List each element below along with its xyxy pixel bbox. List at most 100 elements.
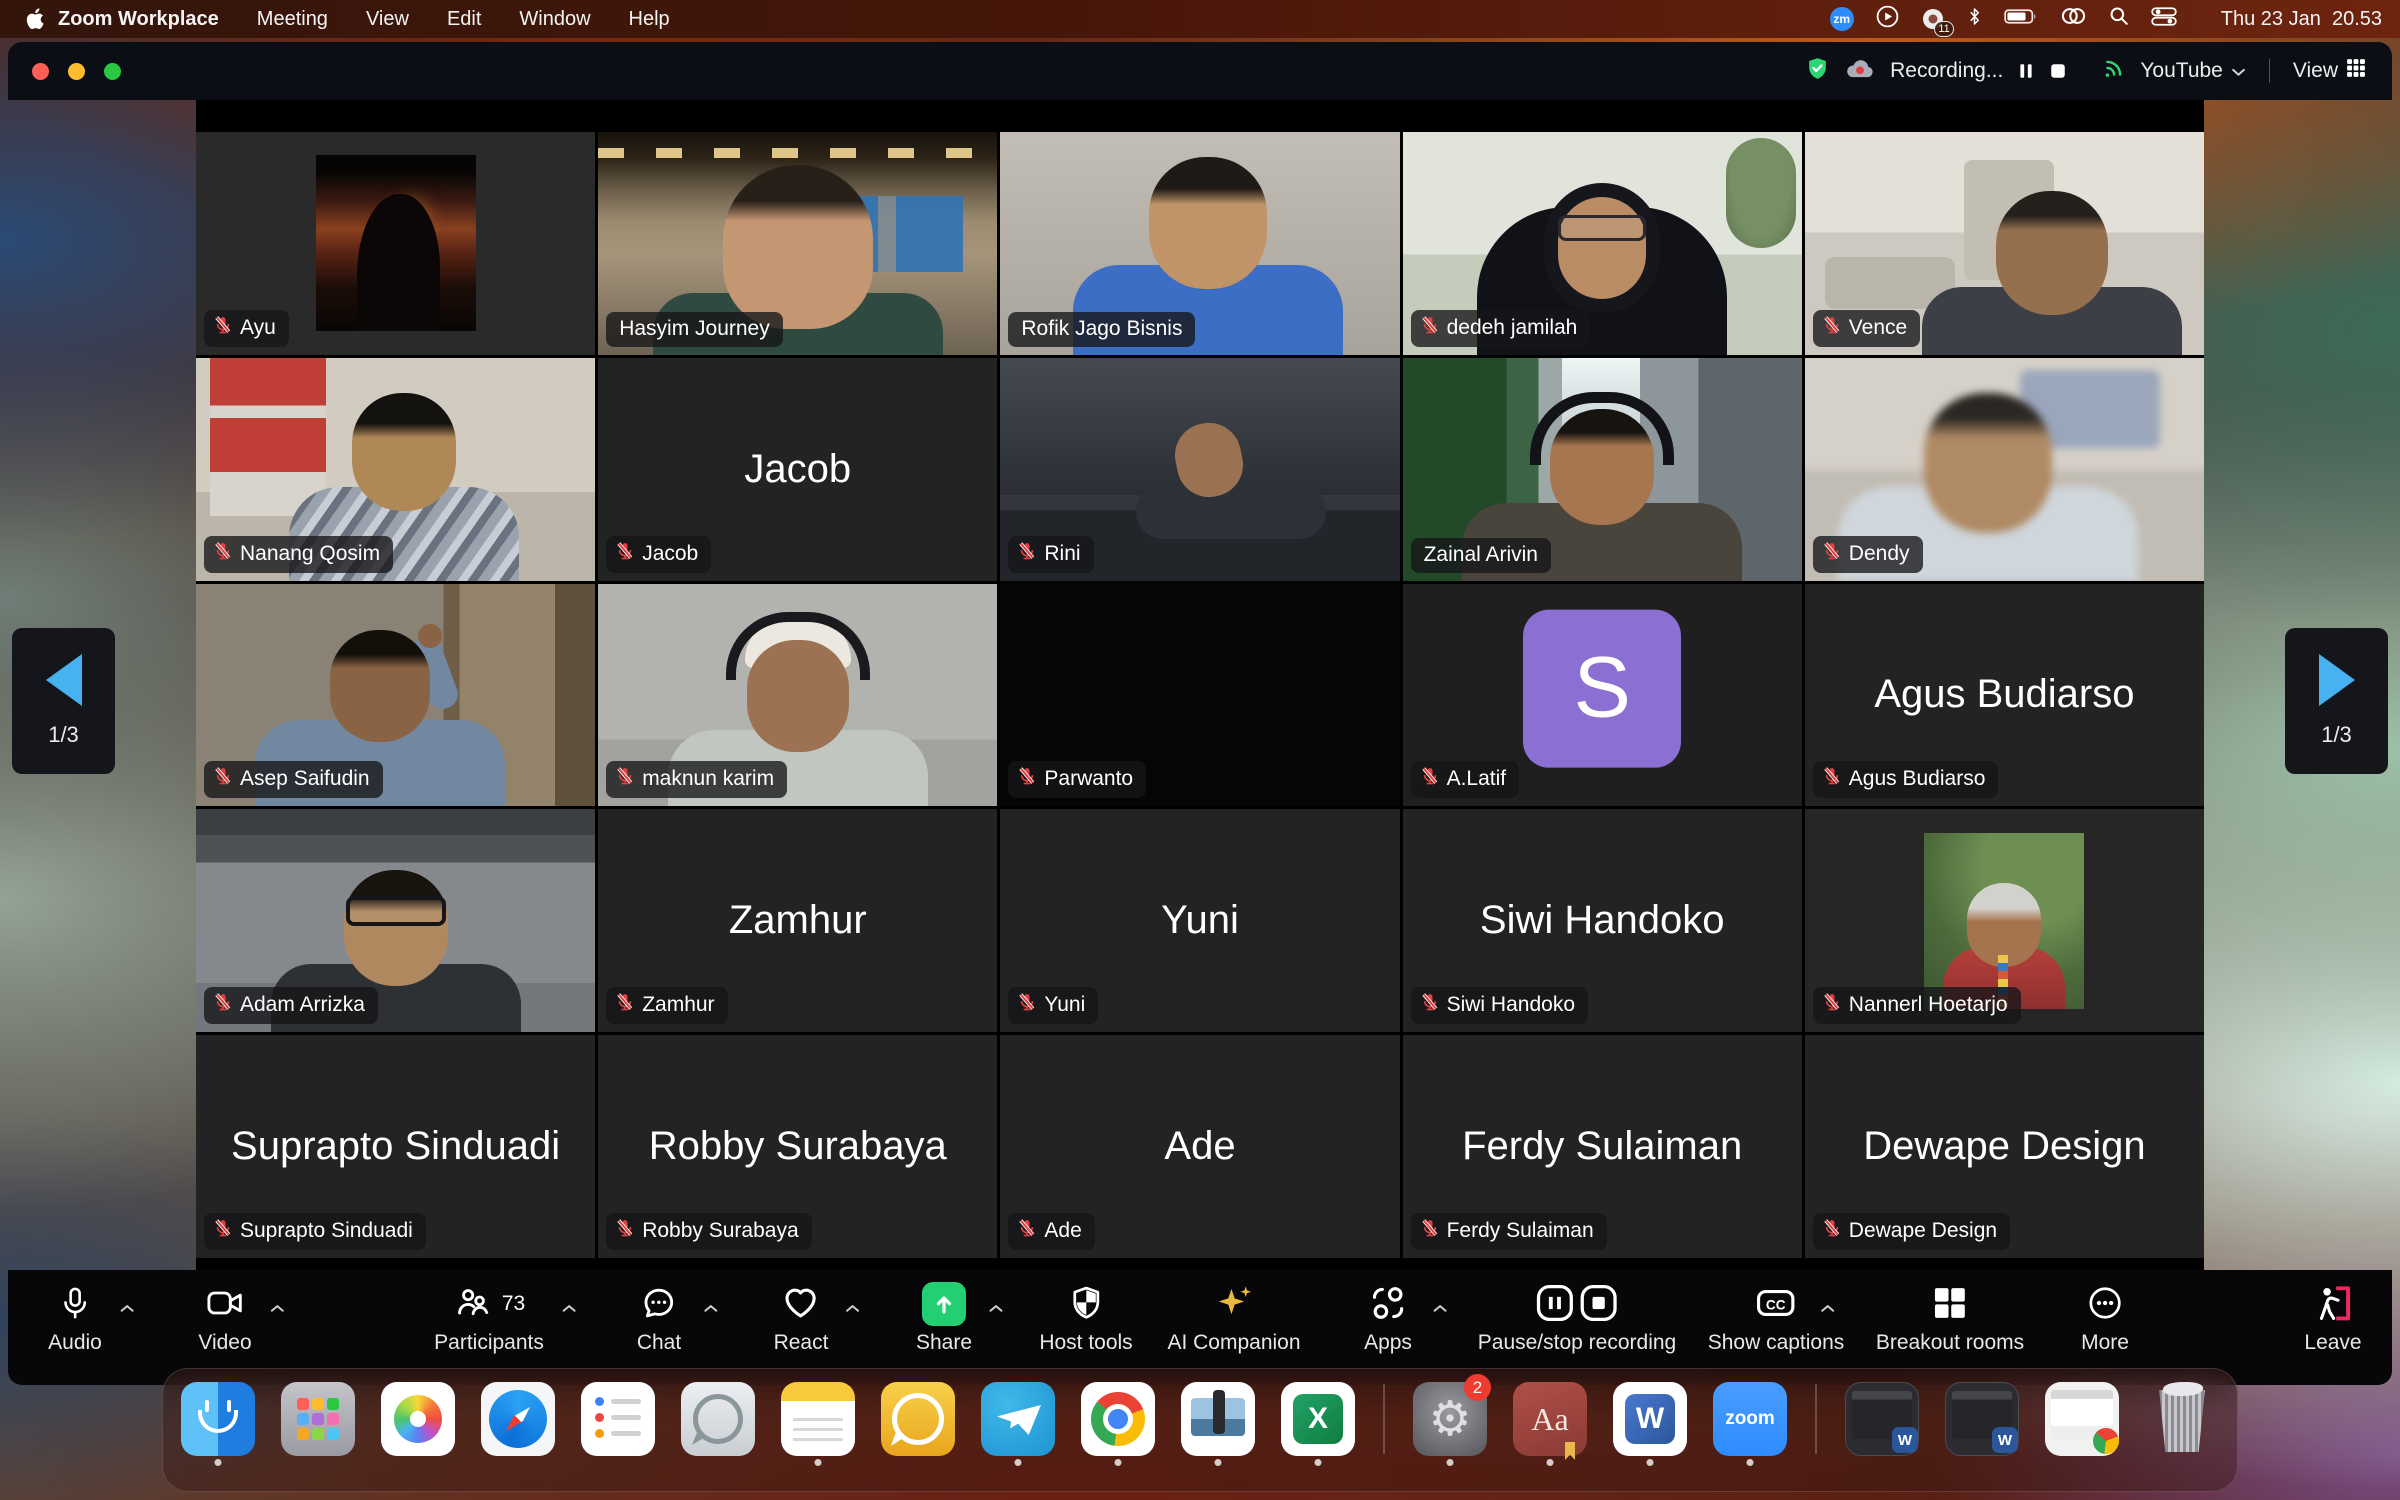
toolbar-apps-button[interactable]: Apps [1364,1280,1412,1355]
chevron-up-icon[interactable] [561,1302,577,1317]
toolbar-host-tools-button[interactable]: Host tools [1039,1280,1132,1355]
participant-tile-adam[interactable]: Adam Arrizka [196,809,595,1032]
toolbar-more-button[interactable]: More [2081,1280,2129,1355]
next-page-button[interactable]: 1/3 [2285,628,2388,774]
participant-tile-hasyim[interactable]: Hasyim Journey [598,132,997,355]
security-shield-icon[interactable] [1805,56,1830,87]
toolbar-record-button[interactable]: Pause/stop recording [1478,1280,1676,1355]
dock-zoom-icon[interactable]: zoom [1713,1382,1787,1456]
pause-recording-button[interactable] [2018,62,2034,80]
screen-mirroring-icon[interactable] [2060,6,2087,32]
dock-safari-icon[interactable] [481,1382,555,1456]
battery-icon[interactable] [2004,8,2038,31]
participant-tile-ferdy[interactable]: Ferdy SulaimanFerdy Sulaiman [1403,1035,1802,1258]
participant-tile-zainal[interactable]: Zainal Arivin [1403,358,1802,581]
dock-reminders-icon[interactable] [581,1382,655,1456]
toolbar-react-button[interactable]: React [774,1280,829,1355]
menu-item-meeting[interactable]: Meeting [257,8,328,31]
participant-tile-rini[interactable]: Rini [1000,358,1399,581]
dock-whatsapp-gold-icon[interactable] [881,1382,955,1456]
dock-minimized-window-chrome-icon[interactable] [2045,1382,2119,1456]
participant-tile-vence[interactable]: Vence [1805,132,2204,355]
participant-tile-zamhur[interactable]: ZamhurZamhur [598,809,997,1032]
dock-whatsapp-silver-icon[interactable] [681,1382,755,1456]
participant-tile-rofik[interactable]: Rofik Jago Bisnis [1000,132,1399,355]
recording-status-label: Recording... [1890,59,2003,83]
menu-item-zoom-workplace[interactable]: Zoom Workplace [58,8,219,31]
participant-tile-agus[interactable]: Agus BudiarsoAgus Budiarso [1805,584,2204,807]
participant-tile-dedeh[interactable]: dedeh jamilah [1403,132,1802,355]
zoom-app-icon[interactable]: zm [1830,7,1854,31]
search-icon[interactable] [2109,6,2129,32]
participant-tile-suprapto[interactable]: Suprapto SinduadiSuprapto Sinduadi [196,1035,595,1258]
chevron-up-icon[interactable] [845,1302,861,1317]
dock-chrome-icon[interactable] [1081,1382,1155,1456]
participant-tile-ade[interactable]: AdeAde [1000,1035,1399,1258]
participant-tile-maknun[interactable]: maknun karim [598,584,997,807]
desktop: Zoom WorkplaceMeetingViewEditWindowHelp … [0,0,2400,1500]
fullscreen-window-button[interactable] [104,63,121,80]
apple-menu-icon[interactable] [26,8,44,30]
participant-tile-asep[interactable]: Asep Saifudin [196,584,595,807]
dock-word-icon[interactable]: W [1613,1382,1687,1456]
participant-tile-robby[interactable]: Robby SurabayaRobby Surabaya [598,1035,997,1258]
dock-finder-icon[interactable] [181,1382,255,1456]
dock-dictionary-icon[interactable]: Aa [1513,1382,1587,1456]
toolbar-audio-button[interactable]: Audio [48,1280,102,1355]
chevron-up-icon[interactable] [269,1302,285,1317]
chevron-up-icon[interactable] [1432,1302,1448,1317]
control-center-icon[interactable] [2151,7,2177,32]
chevron-up-icon[interactable] [1820,1302,1836,1317]
chevron-up-icon[interactable] [988,1302,1004,1317]
toolbar-video-button[interactable]: Video [198,1280,251,1355]
participant-tile-nannerl[interactable]: Nannerl Hoetarjo [1805,809,2204,1032]
toolbar-share-button[interactable]: Share [916,1280,972,1355]
view-button[interactable]: View [2293,58,2366,84]
dock-minimized-window-word-2-icon[interactable]: W [1945,1382,2019,1456]
dock-launchpad-icon[interactable] [281,1382,355,1456]
minimize-window-button[interactable] [68,63,85,80]
dock-telegram-icon[interactable] [981,1382,1055,1456]
toolbar-chat-button[interactable]: Chat [637,1280,681,1355]
chrome-icon[interactable]: 11 [1921,7,1945,31]
menu-item-edit[interactable]: Edit [447,8,481,31]
toolbar-captions-button[interactable]: CCShow captions [1708,1280,1845,1355]
menu-bar-clock[interactable]: Thu 23 Jan 20.53 [2221,8,2382,31]
participant-tile-dewape[interactable]: Dewape DesignDewape Design [1805,1035,2204,1258]
participant-tile-yuni[interactable]: YuniYuni [1000,809,1399,1032]
bluetooth-icon[interactable] [1967,5,1982,34]
dock-excel-icon[interactable]: X [1281,1382,1355,1456]
now-playing-icon[interactable] [1876,5,1899,34]
dock-minimized-window-word-1-icon[interactable]: W [1845,1382,1919,1456]
participant-tile-dendy[interactable]: Dendy [1805,358,2204,581]
menu-item-view[interactable]: View [366,8,409,31]
running-indicator [1215,1459,1222,1466]
stop-recording-button[interactable] [2049,62,2067,80]
dock-preview-icon[interactable] [1181,1382,1255,1456]
toolbar-ai-companion-button[interactable]: AI Companion [1167,1280,1300,1355]
participant-tile-alatif[interactable]: SA.Latif [1403,584,1802,807]
participant-tile-jacob[interactable]: JacobJacob [598,358,997,581]
dock-divider [1383,1384,1385,1454]
menu-item-help[interactable]: Help [629,8,670,31]
participant-name-label: Zainal Arivin [1424,543,1538,567]
stream-destination-button[interactable]: YouTube [2140,59,2246,83]
participant-name-label: dedeh jamilah [1447,316,1578,340]
dock-notes-icon[interactable] [781,1382,855,1456]
toolbar-leave-button[interactable]: Leave [2304,1280,2361,1355]
menu-item-window[interactable]: Window [519,8,590,31]
dock-divider [1815,1384,1817,1454]
participant-tile-parwanto[interactable]: Parwanto [1000,584,1399,807]
toolbar-participants-button[interactable]: 73Participants [434,1280,544,1355]
participant-tile-ayu[interactable]: Ayu [196,132,595,355]
dock-trash-icon[interactable] [2145,1382,2219,1456]
dock-photos-icon[interactable] [381,1382,455,1456]
chevron-up-icon[interactable] [703,1302,719,1317]
participant-tile-nanang[interactable]: Nanang Qosim [196,358,595,581]
prev-page-button[interactable]: 1/3 [12,628,115,774]
dock-system-settings-icon[interactable]: ⚙2 [1413,1382,1487,1456]
participant-tile-siwi[interactable]: Siwi HandokoSiwi Handoko [1403,809,1802,1032]
close-window-button[interactable] [32,63,49,80]
toolbar-breakout-button[interactable]: Breakout rooms [1876,1280,2024,1355]
chevron-up-icon[interactable] [119,1302,135,1317]
